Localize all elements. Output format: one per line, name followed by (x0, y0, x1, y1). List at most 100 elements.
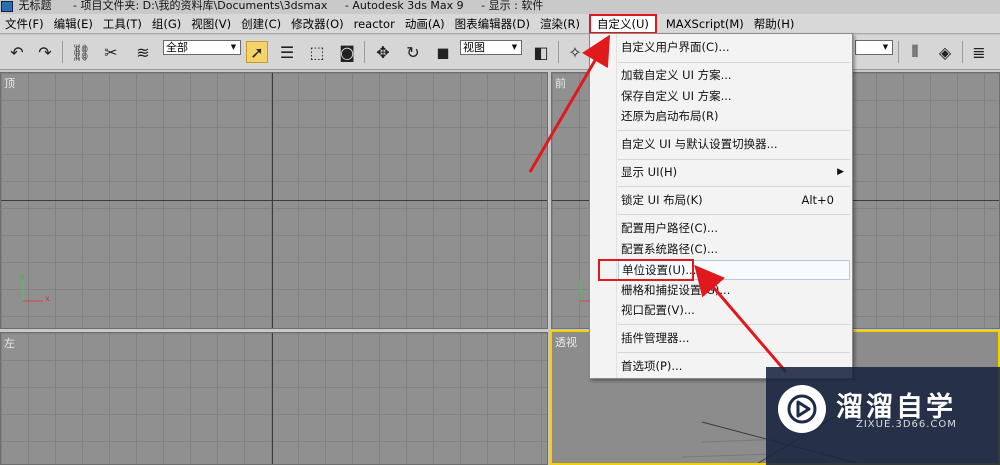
menu-item-label: 还原为启动布局(R) (621, 109, 719, 123)
viewport-label-perspective[interactable]: 透视 (555, 334, 577, 350)
select-and-move-icon[interactable]: ✥ (372, 41, 394, 63)
menu-animation[interactable]: 动画(A) (400, 15, 450, 33)
viewport-left[interactable]: 左 (0, 332, 548, 465)
menu-tools[interactable]: 工具(T) (98, 15, 147, 33)
watermark-url: ZIXUE.3D66.COM (856, 419, 957, 430)
menu-item-label: 配置系统路径(C)... (621, 242, 718, 256)
title-display: - 显示 : 软件 (481, 0, 544, 12)
axis-y-label: y (20, 272, 25, 281)
toolbar-separator (62, 41, 63, 63)
menu-item-label: 显示 UI(H) (621, 165, 678, 179)
menu-maxscript[interactable]: MAXScript(M) (661, 15, 749, 33)
menu-customize[interactable]: 自定义(U) (588, 13, 657, 34)
window-crossing-icon[interactable]: ◙ (336, 41, 358, 63)
menu-item-lock-ui-layout[interactable]: 锁定 UI 布局(K) Alt+0 (618, 190, 850, 210)
menu-modifiers[interactable]: 修改器(O) (286, 15, 349, 33)
menu-separator (618, 214, 850, 215)
chevron-down-icon: ▼ (882, 43, 889, 51)
submenu-arrow-icon: ▶ (837, 167, 844, 177)
menu-item-customize-user-interface[interactable]: 自定义用户界面(C)... (618, 37, 850, 57)
undo-icon[interactable]: ↶ (6, 41, 28, 63)
customize-menu-dropdown: 自定义用户界面(C)... 加载自定义 UI 方案... 保存自定义 UI 方案… (589, 33, 853, 379)
viewport-label-top[interactable]: 顶 (4, 75, 15, 91)
menu-item-grid-and-snap-settings[interactable]: 栅格和捕捉设置(G)... (618, 280, 850, 300)
menu-item-label: 配置用户路径(C)... (621, 221, 718, 235)
menu-reactor[interactable]: reactor (349, 15, 400, 33)
menu-rendering[interactable]: 渲染(R) (535, 15, 585, 33)
menu-item-label: 栅格和捕捉设置(G)... (621, 283, 731, 297)
redo-icon[interactable]: ↷ (34, 41, 56, 63)
select-and-rotate-icon[interactable]: ↻ (402, 41, 424, 63)
select-object-icon[interactable]: ➚ (246, 41, 268, 63)
menu-separator (618, 186, 850, 187)
rectangular-selection-icon[interactable]: ⬚ (306, 41, 328, 63)
menu-separator (618, 159, 850, 160)
menu-bar: 文件(F) 编辑(E) 工具(T) 组(G) 视图(V) 创建(C) 修改器(O… (0, 13, 1000, 34)
menu-item-label: 插件管理器... (621, 331, 690, 345)
menu-item-load-custom-ui[interactable]: 加载自定义 UI 方案... (618, 65, 850, 85)
select-and-link-icon[interactable]: ⛓ (70, 41, 92, 63)
viewport-label-front[interactable]: 前 (555, 75, 566, 91)
axis-x-label: x (45, 294, 50, 303)
named-selection-dropdown[interactable]: ▼ (855, 40, 893, 55)
menu-item-configure-user-paths[interactable]: 配置用户路径(C)... (618, 218, 850, 238)
menu-item-label: 保存自定义 UI 方案... (621, 89, 732, 103)
selection-filter-value: 全部 (166, 41, 188, 54)
chevron-down-icon: ▼ (511, 43, 518, 51)
menu-graph-editors[interactable]: 图表编辑器(D) (450, 15, 535, 33)
menu-item-shortcut: Alt+0 (801, 193, 834, 207)
menu-view[interactable]: 视图(V) (186, 15, 236, 33)
reference-coordinate-value: 视图 (463, 41, 485, 54)
menu-separator (618, 324, 850, 325)
menu-gutter (616, 34, 617, 378)
pivot-point-icon[interactable]: ◧ (530, 41, 552, 63)
menu-item-configure-system-paths[interactable]: 配置系统路径(C)... (618, 239, 850, 259)
menu-help[interactable]: 帮助(H) (749, 15, 800, 33)
toolbar-separator (962, 41, 963, 63)
toolbar-separator (558, 41, 559, 63)
menu-item-label: 自定义用户界面(C)... (621, 40, 730, 54)
viewport-top[interactable]: 顶 y x (0, 72, 548, 329)
align-icon[interactable]: ◈ (934, 41, 956, 63)
title-project: - 项目文件夹: D:\我的资料库\Documents\3dsmax (73, 0, 328, 12)
menu-item-revert-startup-layout[interactable]: 还原为启动布局(R) (618, 106, 850, 126)
grid-axis-horizontal (1, 200, 547, 201)
viewport-label-left[interactable]: 左 (4, 335, 15, 351)
chevron-down-icon: ▼ (230, 43, 237, 51)
menu-item-label: 加载自定义 UI 方案... (621, 68, 732, 82)
units-setup-highlight-box (598, 259, 694, 281)
menu-group[interactable]: 组(G) (147, 15, 186, 33)
title-app: - Autodesk 3ds Max 9 (344, 0, 464, 12)
reference-coordinate-dropdown[interactable]: 视图 ▼ (460, 40, 522, 55)
menu-item-label: 视口配置(V)... (621, 303, 695, 317)
select-by-name-icon[interactable]: ☰ (276, 41, 298, 63)
title-document: 无标题 (18, 0, 52, 12)
menu-separator (618, 62, 850, 63)
menu-edit[interactable]: 编辑(E) (49, 15, 98, 33)
play-logo-icon (778, 385, 826, 433)
menu-item-save-custom-ui[interactable]: 保存自定义 UI 方案... (618, 86, 850, 106)
menu-create[interactable]: 创建(C) (236, 15, 286, 33)
menu-item-plugin-manager[interactable]: 插件管理器... (618, 328, 850, 348)
mirror-icon[interactable]: ⫴ (904, 41, 926, 63)
menu-separator (618, 352, 850, 353)
toolbar-separator (364, 41, 365, 63)
grid-axis-vertical (272, 333, 273, 464)
selection-filter-dropdown[interactable]: 全部 ▼ (163, 40, 241, 55)
unlink-selection-icon[interactable]: ✂ (100, 41, 122, 63)
menu-item-label: 自定义 UI 与默认设置切换器... (621, 137, 778, 151)
menu-item-label: 锁定 UI 布局(K) (621, 193, 703, 207)
app-icon[interactable] (1, 1, 13, 12)
title-bar: 无标题 - 项目文件夹: D:\我的资料库\Documents\3dsmax -… (0, 0, 1000, 14)
menu-item-show-ui[interactable]: 显示 UI(H) ▶ (618, 162, 850, 182)
menu-file[interactable]: 文件(F) (0, 15, 49, 33)
select-and-scale-icon[interactable]: ◼ (432, 41, 454, 63)
bind-to-space-warp-icon[interactable]: ≋ (132, 41, 154, 63)
menu-item-viewport-configuration[interactable]: 视口配置(V)... (618, 300, 850, 320)
select-and-manipulate-icon[interactable]: ✧ (564, 41, 586, 63)
menu-item-label: 首选项(P)... (621, 359, 683, 373)
grid-axis-vertical (272, 73, 273, 328)
layer-manager-icon[interactable]: ≣ (968, 41, 990, 63)
menu-item-ui-defaults-switcher[interactable]: 自定义 UI 与默认设置切换器... (618, 134, 850, 154)
menu-separator (618, 130, 850, 131)
